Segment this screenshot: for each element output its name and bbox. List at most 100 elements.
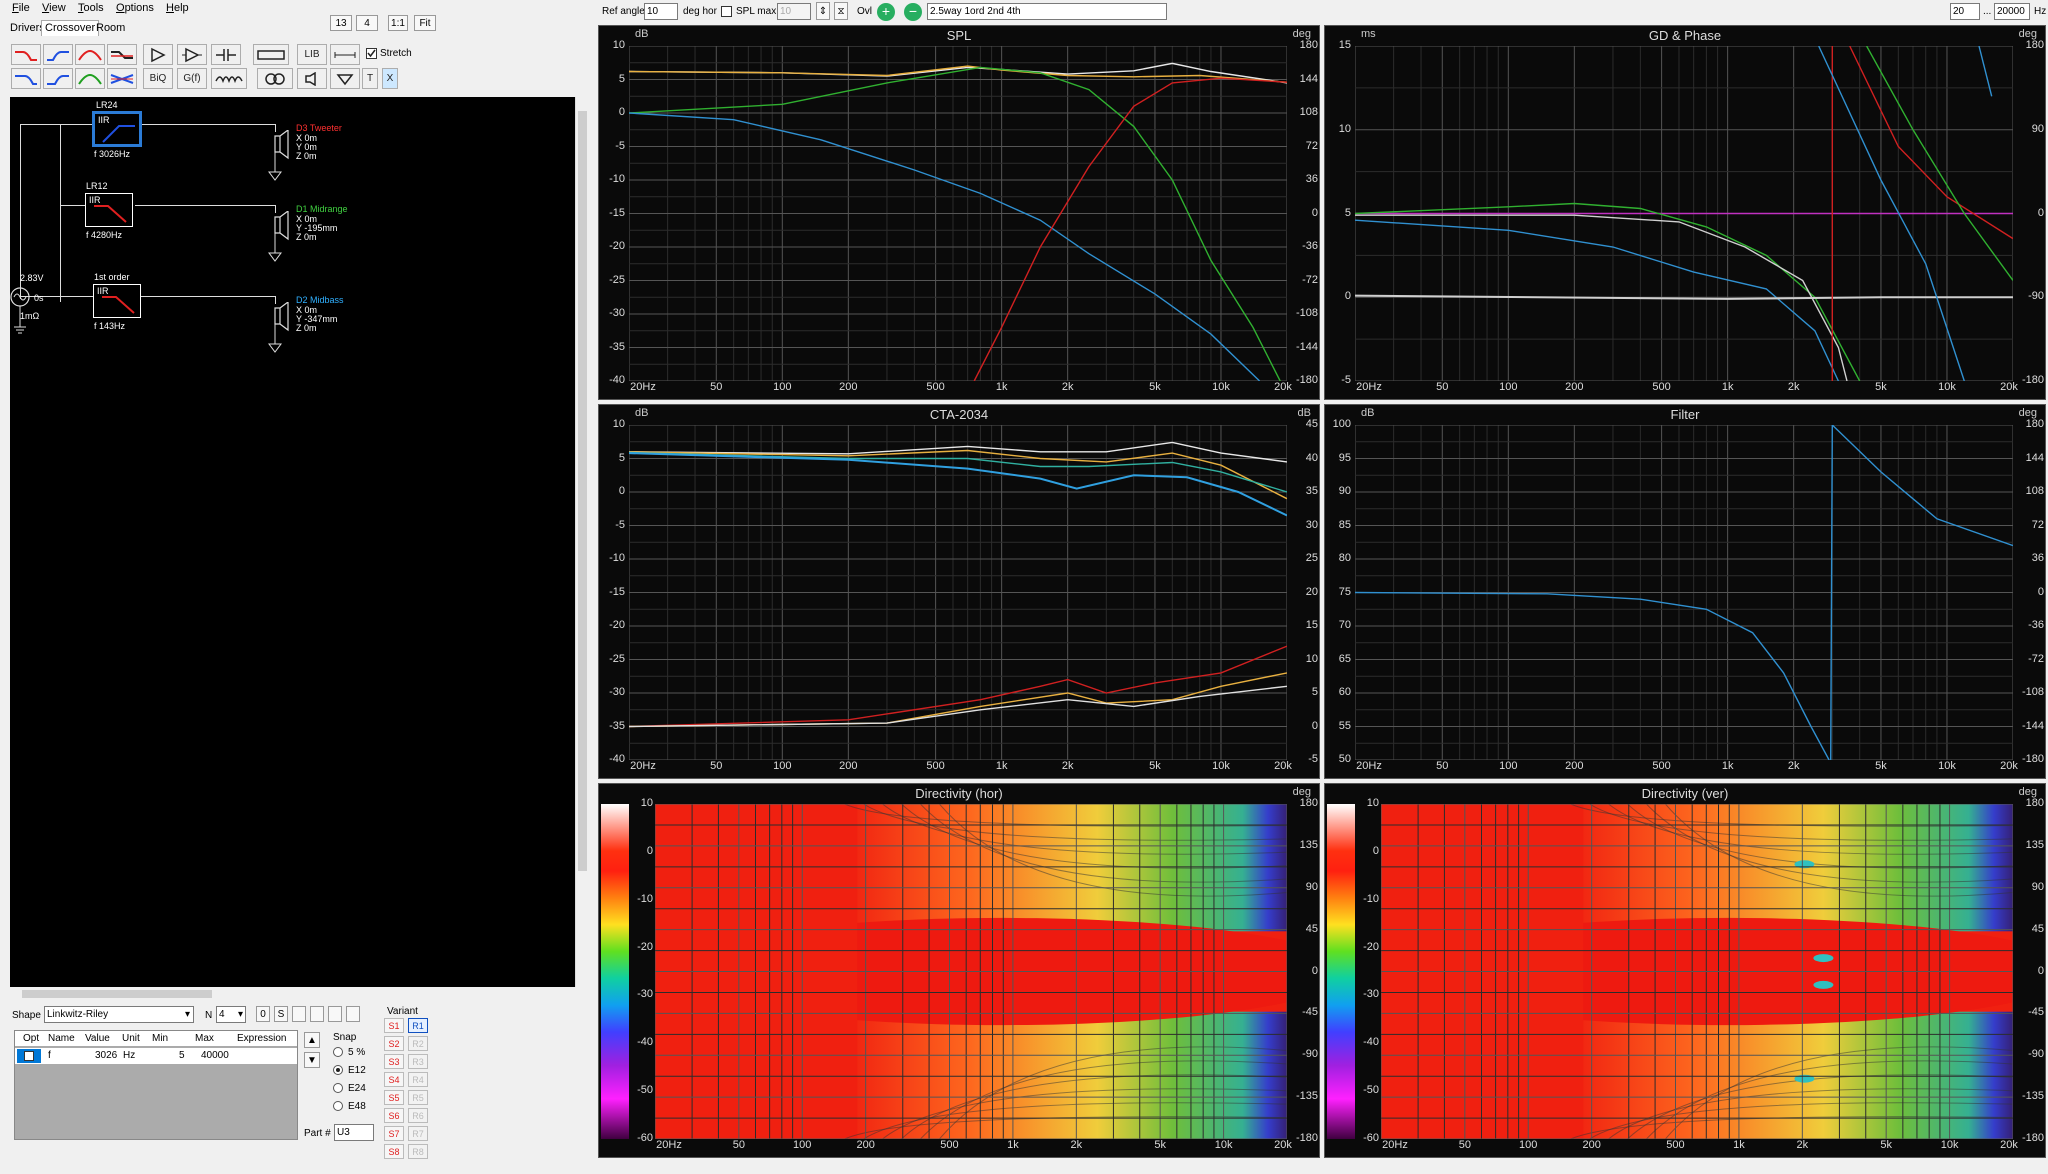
menu-view[interactable]: View — [42, 2, 66, 14]
wire-icon[interactable] — [330, 44, 360, 65]
biquad-button[interactable]: BiQ — [143, 68, 173, 89]
filter-block-first[interactable]: IIR — [93, 284, 141, 318]
shelf-icon[interactable] — [107, 44, 137, 65]
zoom-1to1-button[interactable]: 1:1 — [388, 15, 408, 31]
scrollbar-thumb[interactable] — [578, 111, 587, 871]
directivity-hor-graph[interactable]: Directivity (hor) deg 180 135 90 45 0 -45 -90 -13… — [598, 783, 1320, 1158]
variant-r2-button[interactable]: R2 — [408, 1036, 428, 1051]
resistor-icon[interactable] — [253, 44, 289, 65]
part-input[interactable]: U3 — [334, 1124, 374, 1141]
variant-r6-button[interactable]: R6 — [408, 1108, 428, 1123]
filter-block-lr12[interactable]: IIR — [85, 193, 133, 227]
scrollbar-thumb[interactable] — [22, 990, 212, 998]
schematic-horizontal-scrollbar[interactable] — [10, 987, 575, 1001]
text-button[interactable]: T — [362, 68, 378, 89]
inductor-icon[interactable] — [211, 68, 247, 89]
buffer-icon[interactable] — [177, 44, 207, 65]
row-min[interactable]: 5 — [179, 1050, 185, 1061]
crossover-icon[interactable] — [107, 68, 137, 89]
variant-r5-button[interactable]: R5 — [408, 1090, 428, 1105]
capacitor-icon[interactable] — [211, 44, 241, 65]
variant-r3-button[interactable]: R3 — [408, 1054, 428, 1069]
crossover-schematic[interactable]: LR24 IIR f 3026Hz LR12 IIR f 4280Hz 1st … — [10, 97, 575, 987]
plot-area[interactable] — [1355, 425, 2013, 760]
cta-2034-graph[interactable]: CTA-2034 dB dB 10 5 0 -5 -10 -15 -20 -25 -30 -35 -40 4… — [598, 404, 1320, 779]
freq-max-input[interactable]: 20000 — [1994, 3, 2030, 20]
order-select[interactable]: 4 ▾ — [216, 1006, 246, 1023]
variant-s7-button[interactable]: S7 — [384, 1126, 404, 1141]
variant-s4-button[interactable]: S4 — [384, 1072, 404, 1087]
spinner-icon[interactable]: ⇕ — [816, 2, 830, 20]
transformer-icon[interactable] — [257, 68, 293, 89]
gd-phase-graph[interactable]: GD & Phase ms deg 15 10 5 0 -5 180 90 0 -90 -180 20Hz… — [1324, 25, 2046, 400]
variant-r8-button[interactable]: R8 — [408, 1144, 428, 1159]
menu-tools[interactable]: Tools — [78, 2, 104, 14]
schematic-vertical-scrollbar[interactable] — [575, 97, 589, 987]
variant-s1-button[interactable]: S1 — [384, 1018, 404, 1033]
amplifier-icon[interactable] — [143, 44, 173, 65]
opt-checkbox[interactable] — [17, 1049, 41, 1063]
freq-min-input[interactable]: 20 — [1950, 3, 1980, 20]
tab-room[interactable]: Room — [92, 20, 129, 36]
snap-e24-radio[interactable] — [333, 1083, 343, 1093]
s-button[interactable]: S — [274, 1006, 288, 1022]
snap-e48-radio[interactable] — [333, 1101, 343, 1111]
preset-name-input[interactable]: 2.5way 1ord 2nd 4th — [927, 3, 1167, 20]
spl-max-checkbox[interactable] — [721, 6, 732, 17]
speaker-icon[interactable] — [297, 68, 327, 89]
driver-d3-name[interactable]: D3 Tweeter — [296, 123, 342, 133]
zoom-value-2[interactable]: 4 — [356, 15, 378, 31]
bandpass-alt-icon[interactable] — [75, 68, 105, 89]
move-up-icon[interactable]: ▲ — [304, 1032, 320, 1048]
snap-e12-radio[interactable] — [333, 1065, 343, 1075]
spl-graph[interactable]: SPL dB deg 10 5 0 -5 -10 -15 -20 -25 -30 -35 -40 180 14… — [598, 25, 1320, 400]
plot-area[interactable] — [655, 804, 1287, 1139]
variant-r4-button[interactable]: R4 — [408, 1072, 428, 1087]
plot-area[interactable] — [629, 425, 1287, 760]
close-x-button[interactable]: X — [382, 68, 398, 89]
zoom-fit-button[interactable]: Fit — [414, 15, 436, 31]
highpass-alt-icon[interactable] — [43, 68, 73, 89]
gf-button[interactable]: G(f) — [177, 68, 207, 89]
variant-s6-button[interactable]: S6 — [384, 1108, 404, 1123]
row-max[interactable]: 40000 — [201, 1050, 229, 1061]
filter-block-lr24[interactable]: IIR — [93, 112, 141, 146]
highpass-icon[interactable] — [43, 44, 73, 65]
variant-s3-button[interactable]: S3 — [384, 1054, 404, 1069]
variant-r1-button[interactable]: R1 — [408, 1018, 428, 1033]
menu-file[interactable]: File — [12, 2, 30, 14]
variant-s5-button[interactable]: S5 — [384, 1090, 404, 1105]
filter-graph[interactable]: Filter dB deg 100 95 90 85 80 75 70 65 60 55 50 180 144… — [1324, 404, 2046, 779]
lowpass-alt-icon[interactable] — [11, 68, 41, 89]
variant-s2-button[interactable]: S2 — [384, 1036, 404, 1051]
snap-5pct-radio[interactable] — [333, 1047, 343, 1057]
variant-s8-button[interactable]: S8 — [384, 1144, 404, 1159]
ref-angle-input[interactable]: 10 — [644, 3, 678, 20]
row-value[interactable]: 3026 — [95, 1050, 117, 1061]
menu-help[interactable]: Help — [166, 2, 189, 14]
lowpass-icon[interactable] — [11, 44, 41, 65]
ground-icon[interactable] — [330, 68, 360, 89]
tab-crossover[interactable]: Crossover — [41, 20, 100, 36]
plot-area[interactable] — [629, 46, 1287, 381]
stretch-checkbox[interactable] — [366, 48, 377, 59]
menu-options[interactable]: Options — [116, 2, 154, 14]
driver-d2-name[interactable]: D2 Midbass — [296, 295, 344, 305]
collapse-icon[interactable]: ⧖ — [834, 2, 848, 20]
remove-overlay-icon[interactable]: − — [904, 3, 922, 21]
plot-area[interactable] — [1355, 46, 2013, 381]
zoom-value-1[interactable]: 13 — [330, 15, 352, 31]
bandpass-icon[interactable] — [75, 44, 105, 65]
zero-button[interactable]: 0 — [256, 1006, 270, 1022]
library-button[interactable]: LIB — [297, 44, 327, 65]
plot-area[interactable] — [1381, 804, 2013, 1139]
variant-r7-button[interactable]: R7 — [408, 1126, 428, 1141]
parameter-table[interactable]: Opt Name Value Unit Min Max Expression f… — [14, 1030, 298, 1140]
add-overlay-icon[interactable]: + — [877, 3, 895, 21]
move-down-icon[interactable]: ▼ — [304, 1052, 320, 1068]
spl-max-input[interactable]: 10 — [777, 3, 811, 20]
table-row[interactable]: f 3026 Hz 5 40000 — [15, 1048, 297, 1064]
shape-select[interactable]: Linkwitz-Riley ▾ — [44, 1006, 194, 1023]
directivity-ver-graph[interactable]: Directivity (ver) deg 180 135 90 45 0 -45 -90 -13… — [1324, 783, 2046, 1158]
driver-d1-name[interactable]: D1 Midrange — [296, 204, 348, 214]
